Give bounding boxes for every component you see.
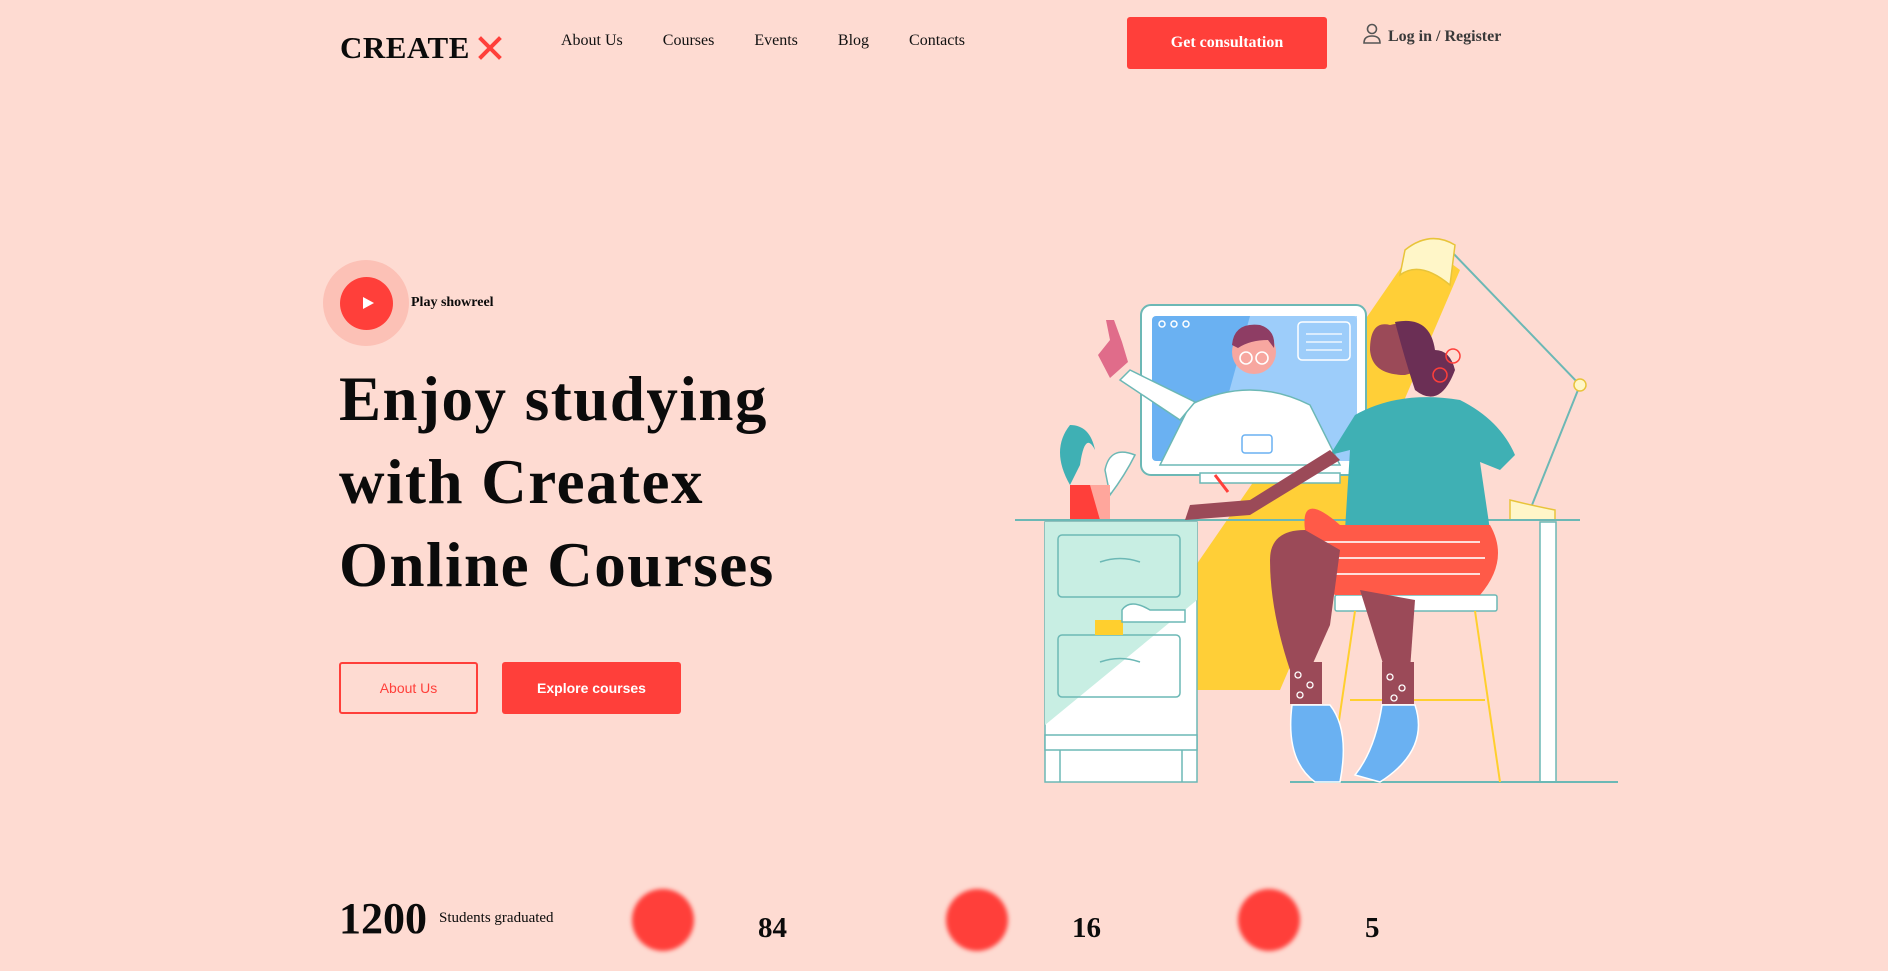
hero-illustration: [1015, 237, 1618, 783]
user-icon: [1363, 23, 1381, 44]
nav-courses[interactable]: Courses: [663, 32, 715, 50]
stat-dot: [946, 889, 1008, 951]
stat-value: 1200: [339, 894, 427, 943]
play-showreel[interactable]: Play showreel: [323, 260, 494, 346]
stat-dot: [632, 889, 694, 951]
hero-title: Enjoy studying with Createx Online Cours…: [339, 364, 775, 600]
get-consultation-button[interactable]: Get consultation: [1127, 17, 1327, 69]
login-label: Log in / Register: [1388, 28, 1502, 45]
play-icon: [362, 297, 374, 309]
x-mark-icon: [478, 36, 502, 60]
login-register-link[interactable]: Log in / Register: [1362, 23, 1502, 46]
stat-value: 84: [758, 912, 787, 944]
nav-contacts[interactable]: Contacts: [909, 32, 965, 50]
nav-events[interactable]: Events: [754, 32, 798, 50]
showreel-label: Play showreel: [411, 295, 494, 310]
site-header: CREATE About Us Courses Events Blog Cont…: [0, 0, 1888, 90]
about-us-button[interactable]: About Us: [339, 662, 478, 714]
logo[interactable]: CREATE: [340, 30, 502, 66]
stat-students-graduated: 1200 Students graduated: [339, 893, 554, 944]
stat-value: 5: [1365, 912, 1380, 944]
nav-about-us[interactable]: About Us: [561, 32, 623, 50]
stat-dot: [1238, 889, 1300, 951]
nav-blog[interactable]: Blog: [838, 32, 869, 50]
main-nav: About Us Courses Events Blog Contacts: [561, 32, 965, 50]
stat-label: Students graduated: [439, 910, 554, 926]
stat-value: 16: [1072, 912, 1101, 944]
play-button[interactable]: [323, 260, 409, 346]
logo-text: CREATE: [340, 30, 470, 65]
explore-courses-button[interactable]: Explore courses: [502, 662, 681, 714]
play-button-inner: [339, 276, 393, 330]
